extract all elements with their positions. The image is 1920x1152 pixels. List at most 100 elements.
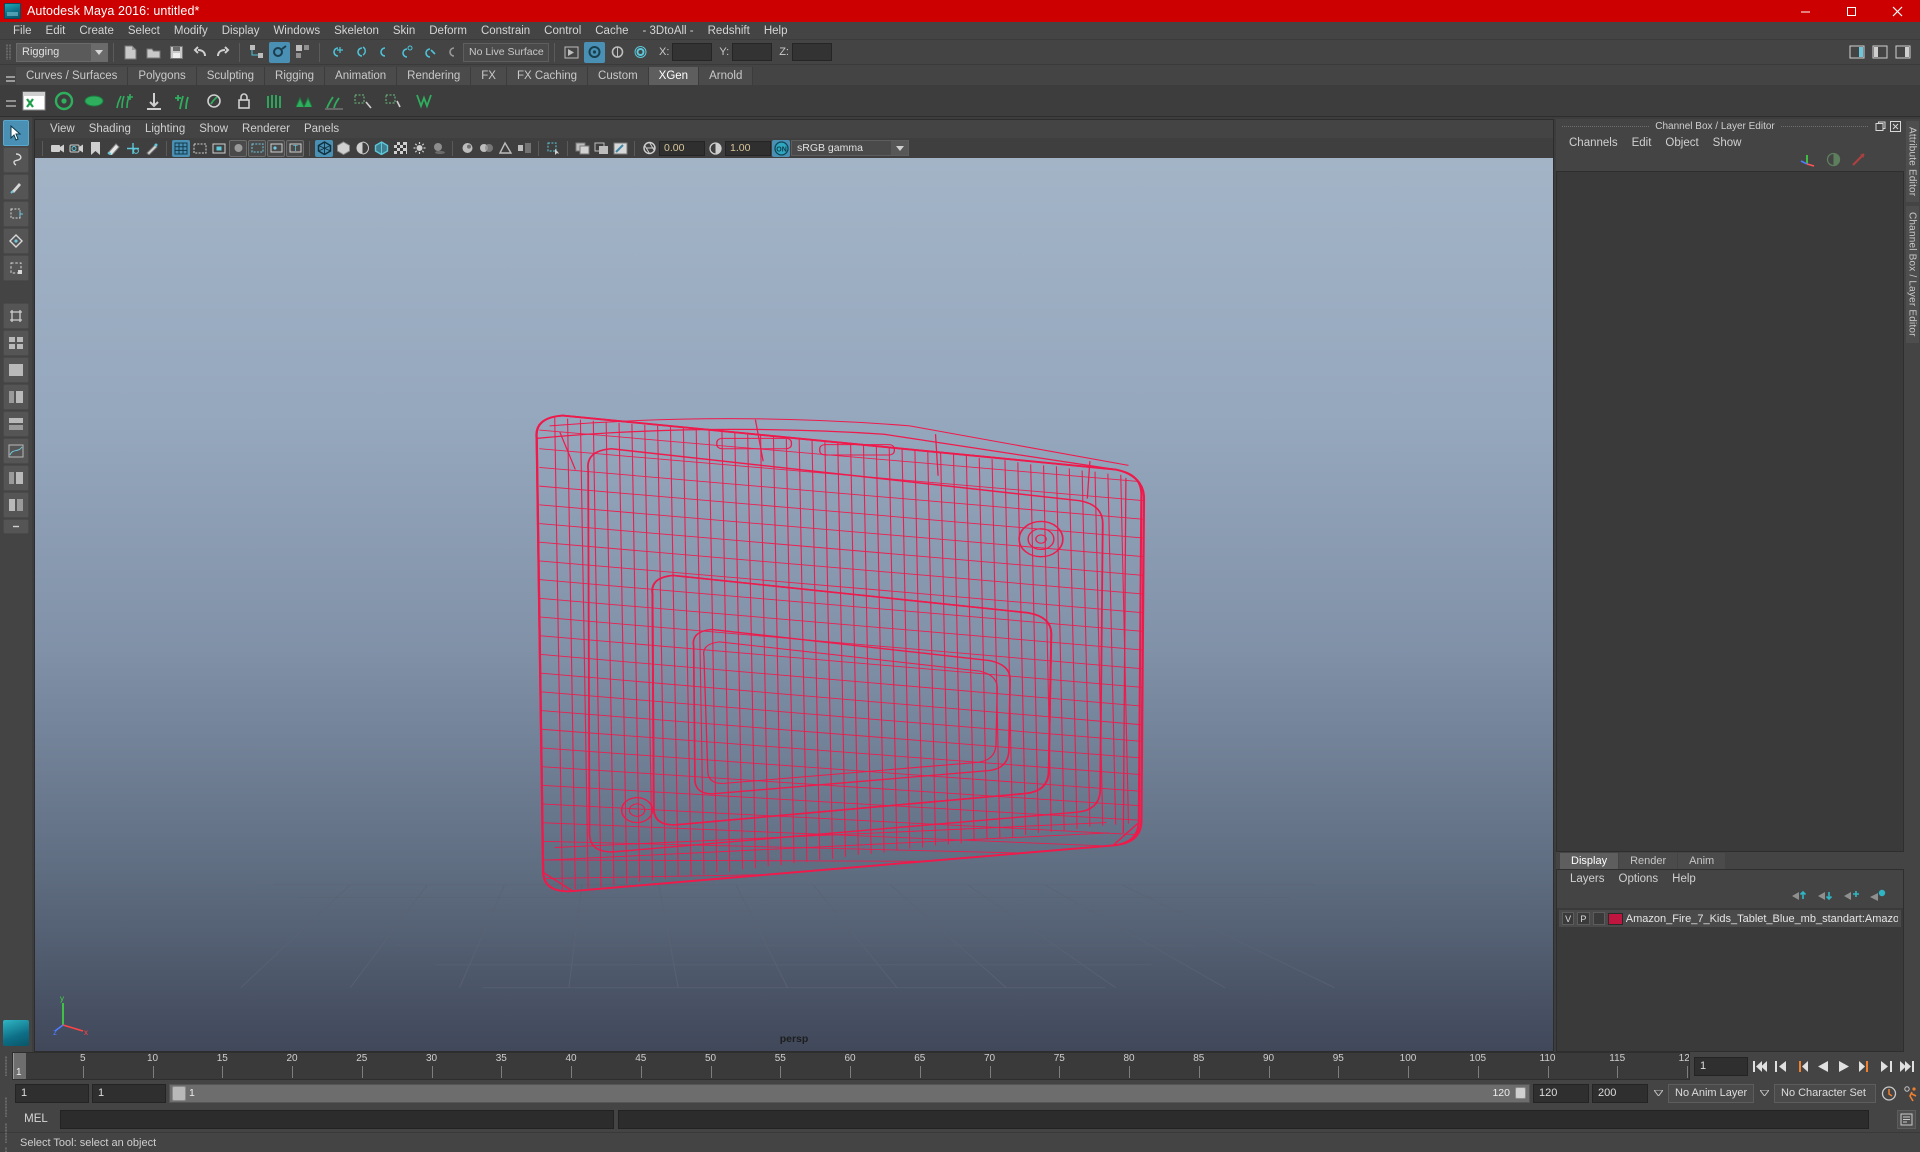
layer-menu-layers[interactable]: Layers <box>1563 873 1612 885</box>
menu-control[interactable]: Control <box>537 22 588 40</box>
step-forward-key-button[interactable] <box>1855 1056 1874 1076</box>
xgen-preview-icon[interactable] <box>80 87 108 115</box>
step-forward-frame-button[interactable] <box>1876 1056 1895 1076</box>
last-tool-used-button[interactable] <box>3 303 29 329</box>
display-textures-icon[interactable] <box>573 140 591 157</box>
xgen-utility-3-icon[interactable] <box>410 87 438 115</box>
xgen-utility-1-icon[interactable] <box>350 87 378 115</box>
viewport-menu-view[interactable]: View <box>43 120 82 138</box>
shelf-tab-polygons[interactable]: Polygons <box>128 67 197 85</box>
transform-manipulator-icon[interactable] <box>1800 152 1816 172</box>
color-space-dropdown[interactable]: sRGB gamma <box>791 140 909 156</box>
time-slider-playhead[interactable]: 1 <box>13 1053 26 1079</box>
two-d-pan-zoom-icon[interactable] <box>124 140 142 157</box>
xgen-add-guide-icon[interactable] <box>170 87 198 115</box>
select-tool-button[interactable] <box>3 120 29 146</box>
smooth-shade-selected-icon[interactable] <box>353 140 371 157</box>
shelf-tab-arnold[interactable]: Arnold <box>699 67 754 85</box>
xgen-window-icon[interactable] <box>20 87 48 115</box>
toggle-grid-icon[interactable] <box>172 139 190 157</box>
render-view-icon[interactable] <box>584 41 605 63</box>
coord-x-field[interactable] <box>672 43 713 61</box>
xgen-utility-2-icon[interactable] <box>380 87 408 115</box>
layer-row[interactable]: V P Amazon_Fire_7_Kids_Tablet_Blue_mb_st… <box>1559 910 1901 927</box>
make-live-icon[interactable] <box>441 42 462 63</box>
play-backwards-button[interactable] <box>1813 1056 1832 1076</box>
menu-create[interactable]: Create <box>72 22 121 40</box>
perspective-viewport[interactable]: y x z persp <box>35 158 1553 1051</box>
channelbox-menu-object[interactable]: Object <box>1658 137 1705 149</box>
statusline-grip[interactable] <box>4 42 13 62</box>
minimize-button[interactable] <box>1782 0 1828 22</box>
snap-to-view-planes-icon[interactable] <box>418 42 439 63</box>
quick-layout-persp-button[interactable] <box>3 357 29 383</box>
snap-to-curve-icon[interactable] <box>349 42 370 63</box>
xgen-description-icon[interactable] <box>50 87 78 115</box>
shelf-tab-fx[interactable]: FX <box>471 67 507 85</box>
menu-redshift[interactable]: Redshift <box>701 22 757 40</box>
range-slider-control[interactable]: 1 120 <box>169 1083 1530 1103</box>
coord-y-field[interactable] <box>732 43 773 61</box>
motion-blur-icon[interactable] <box>477 140 495 157</box>
render-settings-icon[interactable] <box>630 42 651 63</box>
dock-close-button[interactable] <box>1889 120 1902 132</box>
isolate-select-icon[interactable] <box>544 140 562 157</box>
gamma-icon[interactable] <box>706 140 724 157</box>
snapshot-icon[interactable] <box>611 140 629 157</box>
time-slider-track[interactable]: 1 5 10 15 20 25 30 35 40 45 50 55 60 65 70 75 80 85 90 95 1… <box>12 1052 1690 1080</box>
wireframe-shading-icon[interactable] <box>315 139 333 157</box>
channel-box-body[interactable] <box>1556 171 1904 852</box>
menu-skin[interactable]: Skin <box>386 22 422 40</box>
toolbox-expand-button[interactable] <box>3 519 29 534</box>
viewport-menu-show[interactable]: Show <box>192 120 235 138</box>
xgen-sculpt-guide-icon[interactable] <box>200 87 228 115</box>
dock-undock-button[interactable] <box>1874 120 1887 132</box>
layer-visibility-toggle[interactable]: V <box>1562 912 1575 925</box>
menu-edit[interactable]: Edit <box>39 22 73 40</box>
menu-set-selector[interactable]: Rigging <box>16 42 108 62</box>
animation-settings-icon[interactable] <box>1901 1083 1920 1103</box>
menu-constrain[interactable]: Constrain <box>474 22 537 40</box>
paint-selection-tool-button[interactable] <box>3 174 29 200</box>
move-layer-down-icon[interactable] <box>1817 889 1835 907</box>
live-surface-field[interactable]: No Live Surface <box>463 42 549 62</box>
shelf-tab-animation[interactable]: Animation <box>325 67 398 85</box>
layer-tab-render[interactable]: Render <box>1619 853 1678 869</box>
quick-layout-graph-editor-button[interactable] <box>3 438 29 464</box>
grease-pencil-icon[interactable] <box>143 140 161 157</box>
depth-of-field-icon[interactable] <box>515 140 533 157</box>
scale-tool-button[interactable] <box>3 255 29 281</box>
select-by-component-type-icon[interactable] <box>292 42 313 63</box>
display-shaded-icon[interactable] <box>592 140 610 157</box>
shelf-tab-fx-caching[interactable]: FX Caching <box>506 67 589 85</box>
layer-playback-toggle[interactable]: P <box>1577 912 1590 925</box>
channelbox-menu-show[interactable]: Show <box>1706 137 1749 149</box>
xgen-groom-icon[interactable] <box>110 87 138 115</box>
range-start-time-field[interactable]: 1 <box>92 1083 166 1103</box>
gamma-half-circle-icon[interactable] <box>1826 152 1841 172</box>
coord-z-field[interactable] <box>791 43 832 61</box>
quick-layout-outliner-button[interactable] <box>3 465 29 491</box>
close-button[interactable] <box>1874 0 1920 22</box>
layer-list[interactable]: V P Amazon_Fire_7_Kids_Tablet_Blue_mb_st… <box>1557 908 1903 1051</box>
maximize-button[interactable] <box>1828 0 1874 22</box>
shelf-tab-rigging[interactable]: Rigging <box>265 67 326 85</box>
texture-toggle-icon[interactable]: T <box>286 139 304 157</box>
select-by-hierarchy-icon[interactable] <box>246 42 267 63</box>
layer-display-type-toggle[interactable] <box>1592 912 1605 925</box>
xgen-import-icon[interactable] <box>140 87 168 115</box>
play-forwards-button[interactable] <box>1834 1056 1853 1076</box>
bookmark-icon[interactable] <box>86 140 104 157</box>
screen-space-ao-icon[interactable] <box>458 140 476 157</box>
layer-menu-help[interactable]: Help <box>1665 873 1703 885</box>
resolution-gate-icon[interactable] <box>210 140 228 157</box>
select-by-object-type-icon[interactable] <box>269 41 290 63</box>
animation-start-time-field[interactable]: 1 <box>15 1083 89 1103</box>
exposure-icon[interactable] <box>640 140 658 157</box>
rotate-tool-button[interactable] <box>3 228 29 254</box>
save-scene-icon[interactable] <box>166 42 187 63</box>
speed-arrow-icon[interactable] <box>1851 152 1866 172</box>
channelbox-menu-channels[interactable]: Channels <box>1562 137 1625 149</box>
shelf-tab-custom[interactable]: Custom <box>588 67 649 85</box>
layer-tab-display[interactable]: Display <box>1560 853 1619 869</box>
